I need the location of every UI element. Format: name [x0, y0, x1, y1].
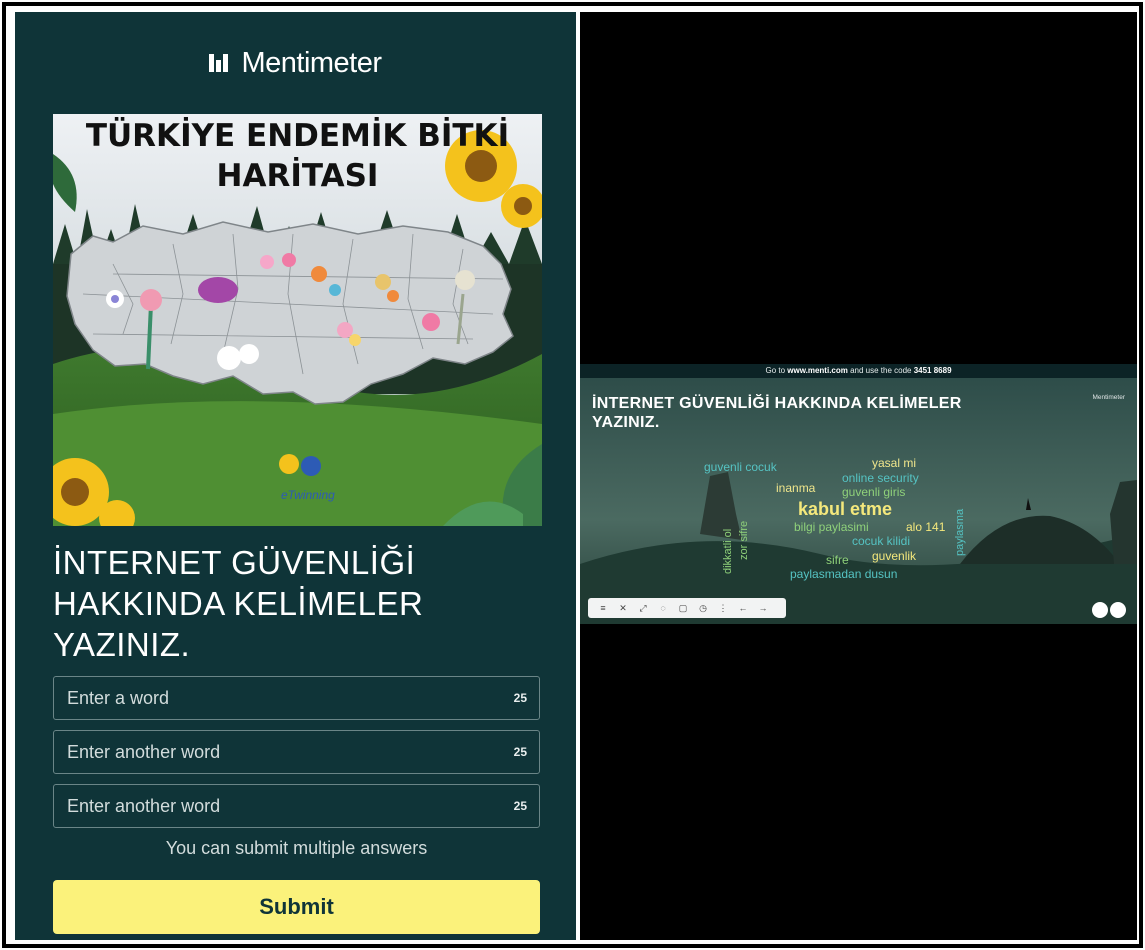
hide-icon[interactable]: ◌ [654, 603, 672, 613]
participant-screen: Mentimeter TÜRKİYE ENDEMİK BİTKİ HARİTAS… [15, 12, 576, 940]
word-input-2[interactable]: Enter another word 25 [53, 730, 540, 774]
join-url: www.menti.com [787, 366, 848, 375]
poster-title: TÜRKİYE ENDEMİK BİTKİ HARİTASI [53, 116, 542, 196]
question-image: TÜRKİYE ENDEMİK BİTKİ HARİTASI eTwinning [53, 114, 542, 526]
join-instructions: Go to www.menti.com and use the code 345… [580, 364, 1137, 378]
word-cloud-item: sifre [826, 553, 849, 567]
expand-icon[interactable]: ⤢ [634, 603, 652, 614]
slide-title-line1: İNTERNET GÜVENLİĞİ HAKKINDA KELİMELER [592, 395, 962, 412]
brand-name: Mentimeter [241, 46, 382, 79]
word-cloud-item: guvenli cocuk [704, 460, 777, 474]
menu-icon[interactable]: ≡ [594, 603, 612, 613]
slide-title-line2: YAZINIZ. [592, 414, 660, 431]
word-input-1[interactable]: Enter a word 25 [53, 676, 540, 720]
screenshot-canvas: Mentimeter TÜRKİYE ENDEMİK BİTKİ HARİTAS… [0, 0, 1145, 950]
header: Mentimeter [15, 46, 576, 80]
question-line1: İNTERNET GÜVENLİĞİ [53, 544, 416, 581]
char-counter: 25 [513, 799, 527, 813]
word-cloud-item: online security [842, 471, 919, 485]
word-cloud-item: dikkatli ol [722, 528, 734, 574]
slide-brand: Mentimeter [1092, 394, 1125, 401]
join-code: 3451 8689 [913, 366, 952, 375]
word-cloud-item: zor sifre [738, 520, 750, 560]
word-cloud-item: inanma [776, 481, 816, 495]
word-cloud-item: paylasma [954, 508, 966, 556]
slide-title: İNTERNET GÜVENLİĞİ HAKKINDA KELİMELER YA… [592, 394, 1062, 432]
question-line2: HAKKINDA KELİMELER [53, 585, 424, 622]
chat-button[interactable] [1092, 602, 1108, 618]
word-cloud-item: cocuk kilidi [852, 534, 911, 548]
participants-button[interactable] [1110, 602, 1126, 618]
more-icon[interactable]: ⋮ [714, 603, 732, 614]
submit-button[interactable]: Submit [53, 880, 540, 934]
mentimeter-logo-icon [209, 54, 231, 72]
word-input-placeholder: Enter another word [67, 795, 221, 816]
word-cloud-item: alo 141 [906, 520, 946, 534]
forward-icon[interactable]: → [754, 603, 772, 613]
presentation-slide: Go to www.menti.com and use the code 345… [580, 364, 1137, 624]
word-cloud-item: bilgi paylasimi [794, 520, 869, 534]
timer-icon[interactable]: ◷ [694, 603, 712, 614]
word-input-placeholder: Enter a word [67, 687, 170, 708]
back-icon[interactable]: ← [734, 603, 752, 613]
word-input-placeholder: Enter another word [67, 741, 221, 762]
char-counter: 25 [513, 691, 527, 705]
multiple-answers-hint: You can submit multiple answers [165, 838, 428, 858]
char-counter: 25 [513, 745, 527, 759]
poster-title-line2: HARİTASI [216, 158, 379, 194]
word-input-3[interactable]: Enter another word 25 [53, 784, 540, 828]
lock-icon[interactable]: ▢ [674, 603, 692, 614]
presentation-panel: Go to www.menti.com and use the code 345… [580, 12, 1137, 940]
close-icon[interactable]: ✕ [614, 603, 632, 614]
presenter-toolbar: ≡ ✕ ⤢ ◌ ▢ ◷ ⋮ ← → [588, 598, 786, 618]
word-cloud-item: yasal mi [872, 456, 917, 470]
etwinning-badge: eTwinning [281, 488, 335, 502]
word-cloud-item: paylasmadan dusun [790, 567, 898, 581]
join-middle: and use the code [847, 366, 914, 375]
word-cloud-item: guvenlik [872, 549, 917, 563]
word-cloud-item: kabul etme [798, 499, 893, 519]
question-title: İNTERNET GÜVENLİĞİ HAKKINDA KELİMELER YA… [53, 542, 543, 665]
question-line3: YAZINIZ. [53, 626, 191, 663]
word-cloud-item: guvenli giris [842, 485, 906, 499]
poster-title-line1: TÜRKİYE ENDEMİK BİTKİ [85, 118, 510, 154]
join-prefix: Go to [765, 366, 788, 375]
